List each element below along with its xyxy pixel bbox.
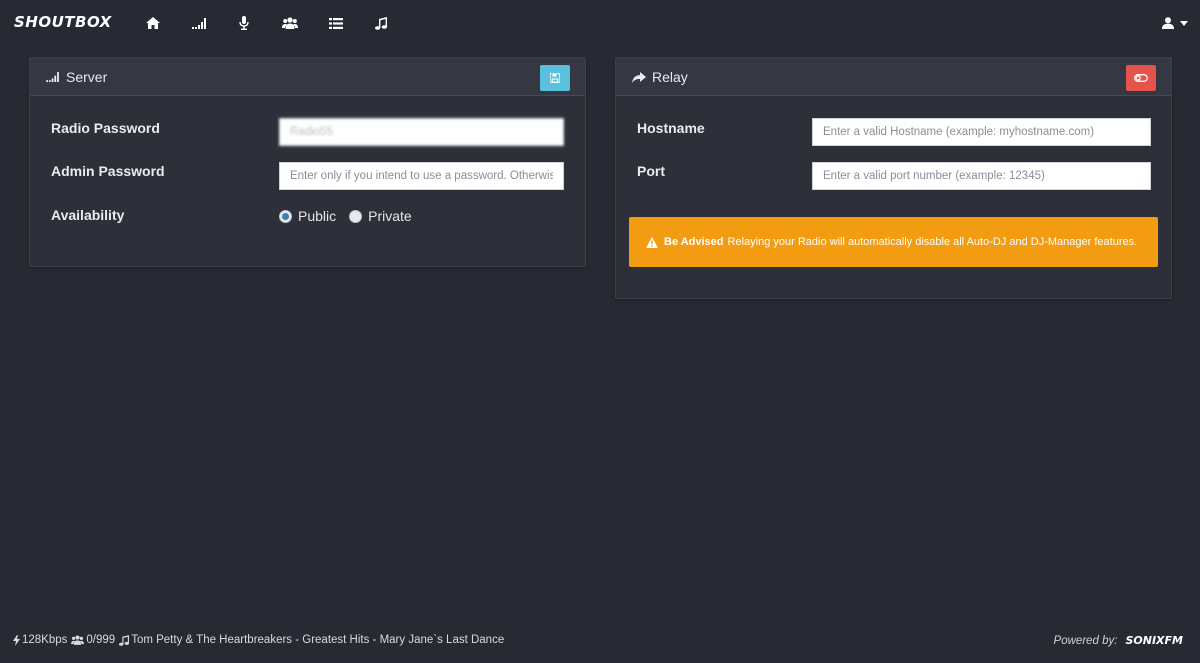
radio-password-label: Radio Password bbox=[51, 120, 160, 136]
radio-private[interactable]: Private bbox=[349, 208, 412, 224]
radio-public-label: Public bbox=[298, 208, 337, 224]
powered-by-label: Powered by: bbox=[1053, 634, 1118, 647]
powered-by: Powered by: SONIXFM bbox=[1054, 634, 1183, 647]
save-button[interactable] bbox=[540, 65, 570, 91]
server-panel-title: Server bbox=[66, 69, 108, 85]
warning-icon bbox=[646, 236, 658, 248]
toggle-icon bbox=[1134, 74, 1148, 82]
availability-radio-group: Public Private bbox=[279, 208, 425, 224]
top-navbar: SHOUTBOX bbox=[0, 0, 1200, 46]
microphone-icon[interactable] bbox=[234, 14, 254, 32]
sonixfm-logo[interactable]: SONIXFM bbox=[1125, 634, 1183, 647]
server-panel-heading: Server bbox=[30, 58, 585, 96]
radio-private-dot[interactable] bbox=[349, 209, 363, 223]
admin-password-input[interactable] bbox=[279, 162, 564, 190]
relay-warning-alert: Be Advised Relaying your Radio will auto… bbox=[629, 217, 1158, 267]
alert-text: Relaying your Radio will automatically d… bbox=[727, 236, 1138, 248]
availability-label: Availability bbox=[51, 207, 125, 223]
bitrate-text: 128Kbps bbox=[22, 634, 68, 646]
now-playing-text: Tom Petty & The Heartbreakers - Greatest… bbox=[131, 634, 505, 646]
caret-down-icon bbox=[1180, 20, 1188, 26]
port-input[interactable] bbox=[812, 162, 1151, 190]
port-label: Port bbox=[637, 163, 665, 179]
footer: 128Kbps 0/999 Tom Petty & The Heartbreak… bbox=[0, 632, 1200, 652]
server-panel: Server Radio Password Admin Password Ava… bbox=[29, 57, 586, 267]
brand-logo[interactable]: SHOUTBOX bbox=[14, 13, 112, 31]
user-menu[interactable] bbox=[1162, 14, 1188, 32]
alert-strong-text: Be Advised bbox=[664, 236, 724, 248]
hostname-label: Hostname bbox=[637, 120, 705, 136]
relay-toggle-button[interactable] bbox=[1126, 65, 1156, 91]
user-icon bbox=[1162, 17, 1174, 29]
share-icon bbox=[632, 71, 646, 83]
hostname-input[interactable] bbox=[812, 118, 1151, 146]
status-line: 128Kbps 0/999 Tom Petty & The Heartbreak… bbox=[13, 634, 506, 646]
bolt-icon bbox=[13, 634, 20, 646]
listeners-count: 0/999 bbox=[86, 634, 116, 646]
radio-private-label: Private bbox=[368, 208, 412, 224]
relay-panel-heading: Relay bbox=[616, 58, 1171, 96]
relay-panel-title: Relay bbox=[652, 69, 688, 85]
list-icon[interactable] bbox=[326, 14, 346, 32]
save-icon bbox=[550, 73, 560, 83]
relay-panel: Relay Hostname Port Be Advised Relaying … bbox=[615, 57, 1172, 299]
signal-icon[interactable] bbox=[189, 14, 209, 32]
home-icon[interactable] bbox=[143, 14, 163, 32]
users-icon bbox=[71, 635, 85, 645]
users-icon[interactable] bbox=[280, 14, 300, 32]
radio-password-input[interactable] bbox=[279, 118, 564, 146]
signal-icon bbox=[46, 72, 59, 82]
music-icon bbox=[119, 634, 130, 646]
radio-public-dot[interactable] bbox=[279, 209, 292, 223]
radio-public[interactable]: Public bbox=[279, 208, 336, 224]
music-icon[interactable] bbox=[371, 14, 391, 32]
admin-password-label: Admin Password bbox=[51, 163, 165, 179]
